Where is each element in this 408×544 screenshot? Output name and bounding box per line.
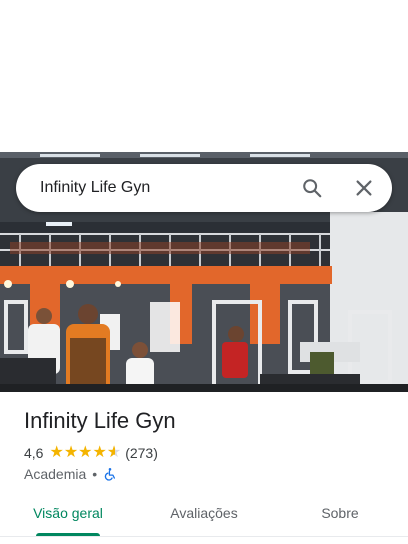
star-icon: ★ <box>63 444 79 461</box>
tab-reviews[interactable]: Avaliações <box>136 496 272 536</box>
separator-dot: • <box>92 466 98 482</box>
place-title: Infinity Life Gyn <box>24 408 176 433</box>
star-icon: ★ <box>78 444 93 461</box>
half-star-icon: ★ <box>107 445 121 462</box>
search-button[interactable] <box>290 166 334 210</box>
tab-overview[interactable]: Visão geral <box>0 496 136 536</box>
star-icon: ★ <box>49 444 64 461</box>
close-icon <box>356 180 372 196</box>
search-box[interactable]: Infinity Life Gyn <box>16 164 392 212</box>
rating-row[interactable]: 4,6 ★ ★ ★ ★ ★ (273) <box>24 444 158 462</box>
clear-search-button[interactable] <box>342 166 386 210</box>
rating-stars: ★ ★ ★ ★ ★ <box>49 444 121 462</box>
blank-top-area <box>0 0 408 152</box>
place-category: Academia <box>24 466 87 482</box>
wheelchair-icon <box>104 468 116 481</box>
search-input[interactable]: Infinity Life Gyn <box>40 179 290 197</box>
review-count[interactable]: (273) <box>125 445 158 461</box>
place-tabs: Visão geral Avaliações Sobre <box>0 496 408 537</box>
tab-about[interactable]: Sobre <box>272 496 408 536</box>
search-icon <box>303 179 322 198</box>
star-icon: ★ <box>92 444 107 461</box>
rating-value: 4,6 <box>24 445 44 461</box>
category-row: Academia • <box>24 465 117 483</box>
